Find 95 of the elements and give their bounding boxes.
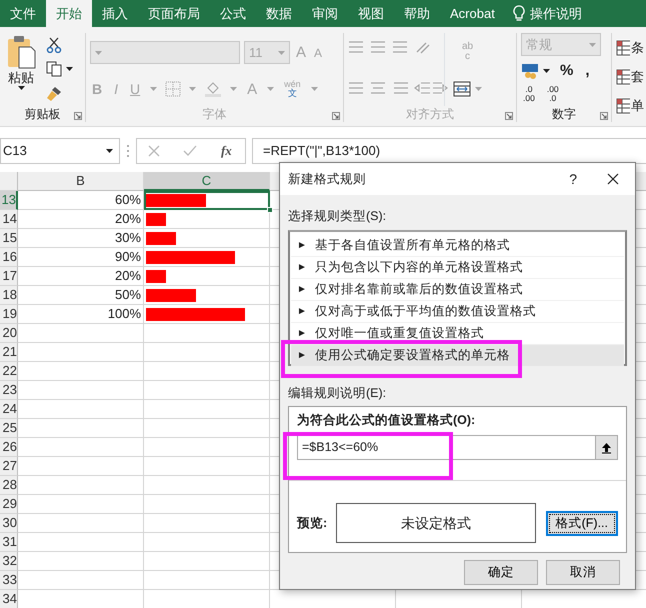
group-label: 数字 bbox=[551, 106, 577, 122]
collapse-icon[interactable] bbox=[601, 442, 612, 454]
row-header[interactable]: 15 bbox=[0, 229, 18, 248]
dialog-launcher-icon[interactable] bbox=[600, 112, 608, 120]
caret-icon[interactable] bbox=[18, 86, 24, 90]
dialog-title: 新建格式规则 bbox=[288, 170, 367, 188]
formula-input[interactable]: =$B13<=60% bbox=[297, 435, 618, 460]
paste-button[interactable]: 粘贴 bbox=[4, 33, 38, 106]
row-header[interactable]: 33 bbox=[0, 571, 18, 590]
ok-button[interactable]: 确定 bbox=[464, 560, 538, 584]
increase-decimal-button[interactable]: .00 .0 bbox=[544, 85, 561, 102]
row-header[interactable]: 34 bbox=[0, 590, 18, 608]
table-style-icon bbox=[616, 98, 630, 114]
ribbon-tab[interactable]: 开始 bbox=[46, 0, 92, 27]
style-button[interactable]: 套 bbox=[614, 68, 646, 84]
fill-handle[interactable] bbox=[267, 207, 273, 213]
row-header[interactable]: 23 bbox=[0, 381, 18, 400]
row-header[interactable]: 22 bbox=[0, 362, 18, 381]
table-style-icon bbox=[616, 68, 630, 84]
row-header[interactable]: 17 bbox=[0, 267, 18, 286]
ribbon-tab[interactable]: 页面布局 bbox=[138, 0, 210, 27]
table-cell: 20% bbox=[18, 267, 144, 286]
insert-function-button[interactable]: fx bbox=[218, 144, 234, 157]
drag-handle-icon bbox=[126, 144, 130, 158]
ribbon-tab[interactable]: 公式 bbox=[210, 0, 256, 27]
row-header[interactable]: 14 bbox=[0, 210, 18, 229]
ribbon-tab[interactable]: 插入 bbox=[92, 0, 138, 27]
row-header[interactable]: 31 bbox=[0, 533, 18, 552]
section-label: 编辑规则说明(E): bbox=[287, 384, 388, 402]
dialog-launcher-icon[interactable] bbox=[74, 112, 82, 120]
caret-icon[interactable] bbox=[543, 68, 550, 72]
row-header[interactable]: 24 bbox=[0, 400, 18, 419]
percent-button[interactable]: % bbox=[558, 63, 576, 78]
row-header[interactable]: 32 bbox=[0, 552, 18, 571]
decrease-decimal-button[interactable]: .0 .00 bbox=[521, 85, 537, 102]
row-header[interactable]: 16 bbox=[0, 248, 18, 267]
table-cell: 90% bbox=[18, 248, 144, 267]
ribbon-tab[interactable]: 视图 bbox=[348, 0, 394, 27]
enter-icon[interactable] bbox=[182, 144, 197, 156]
ribbon-tab[interactable]: 帮助 bbox=[394, 0, 440, 27]
list-item[interactable]: ► 基于各自值设置所有单元格的格式 bbox=[291, 234, 624, 257]
style-button[interactable]: 条 bbox=[614, 40, 646, 56]
table-cell: 20% bbox=[18, 210, 144, 229]
row-header[interactable]: 13 bbox=[0, 191, 18, 210]
name-box[interactable]: C13 bbox=[0, 138, 120, 164]
paintbrush-icon[interactable] bbox=[46, 86, 62, 102]
copy-icon[interactable] bbox=[46, 61, 62, 78]
style-button[interactable]: 单 bbox=[614, 98, 646, 114]
group-label: 对齐方式 bbox=[405, 106, 455, 122]
cancel-icon[interactable] bbox=[148, 144, 160, 156]
caret-icon[interactable] bbox=[66, 67, 73, 72]
help-button[interactable]: ? bbox=[567, 172, 579, 186]
lightbulb-icon bbox=[512, 5, 525, 22]
field-label: 为符合此公式的值设置格式(O): bbox=[297, 412, 476, 429]
list-item[interactable]: ► 仅对高于或低于平均值的数值设置格式 bbox=[291, 300, 624, 323]
currency-icon[interactable] bbox=[521, 62, 539, 78]
table-cell: 30% bbox=[18, 229, 144, 248]
row-header[interactable]: 29 bbox=[0, 495, 18, 514]
table-cell: 60% bbox=[18, 191, 144, 210]
ribbon-tab[interactable]: 数据 bbox=[256, 0, 302, 27]
column-header[interactable]: C bbox=[144, 172, 270, 191]
row-header[interactable]: 26 bbox=[0, 438, 18, 457]
ribbon-tab[interactable]: 审阅 bbox=[302, 0, 348, 27]
row-header[interactable]: 21 bbox=[0, 343, 18, 362]
list-item[interactable]: ► 使用公式确定要设置格式的单元格 bbox=[291, 344, 624, 367]
group-label: 字体 bbox=[202, 106, 228, 122]
caret-icon[interactable] bbox=[106, 148, 113, 152]
clipboard-icon bbox=[6, 35, 36, 69]
group-label: 剪贴板 bbox=[24, 106, 62, 122]
close-icon bbox=[607, 173, 619, 185]
row-header[interactable]: 27 bbox=[0, 457, 18, 476]
select-all-button[interactable] bbox=[0, 172, 18, 191]
table-cell: 50% bbox=[18, 286, 144, 305]
row-header[interactable]: 20 bbox=[0, 324, 18, 343]
format-button[interactable]: 格式(F)... bbox=[546, 510, 618, 536]
column-header[interactable]: B bbox=[18, 172, 144, 191]
scissors-icon[interactable] bbox=[46, 37, 62, 54]
ribbon-tab[interactable]: Acrobat bbox=[440, 0, 505, 27]
row-header[interactable]: 25 bbox=[0, 419, 18, 438]
table-cell: 100% bbox=[18, 305, 144, 324]
cancel-button[interactable]: 取消 bbox=[546, 560, 620, 584]
preview-box: 未设定格式 bbox=[336, 503, 536, 544]
row-header[interactable]: 28 bbox=[0, 476, 18, 495]
close-button[interactable] bbox=[605, 173, 621, 185]
ribbon-tab[interactable]: 文件 bbox=[0, 0, 46, 27]
section-label: 选择规则类型(S): bbox=[287, 208, 388, 225]
comma-button[interactable]: , bbox=[583, 63, 592, 78]
list-item[interactable]: ► 只为包含以下内容的单元格设置格式 bbox=[291, 256, 624, 279]
preview-label: 预览: bbox=[297, 514, 328, 532]
row-header[interactable]: 19 bbox=[0, 305, 18, 324]
row-header[interactable]: 30 bbox=[0, 514, 18, 533]
list-item[interactable]: ► 仅对排名靠前或靠后的数值设置格式 bbox=[291, 278, 624, 301]
row-header[interactable]: 18 bbox=[0, 286, 18, 305]
search-hint[interactable]: 操作说明 bbox=[530, 4, 582, 24]
table-style-icon bbox=[616, 40, 630, 56]
